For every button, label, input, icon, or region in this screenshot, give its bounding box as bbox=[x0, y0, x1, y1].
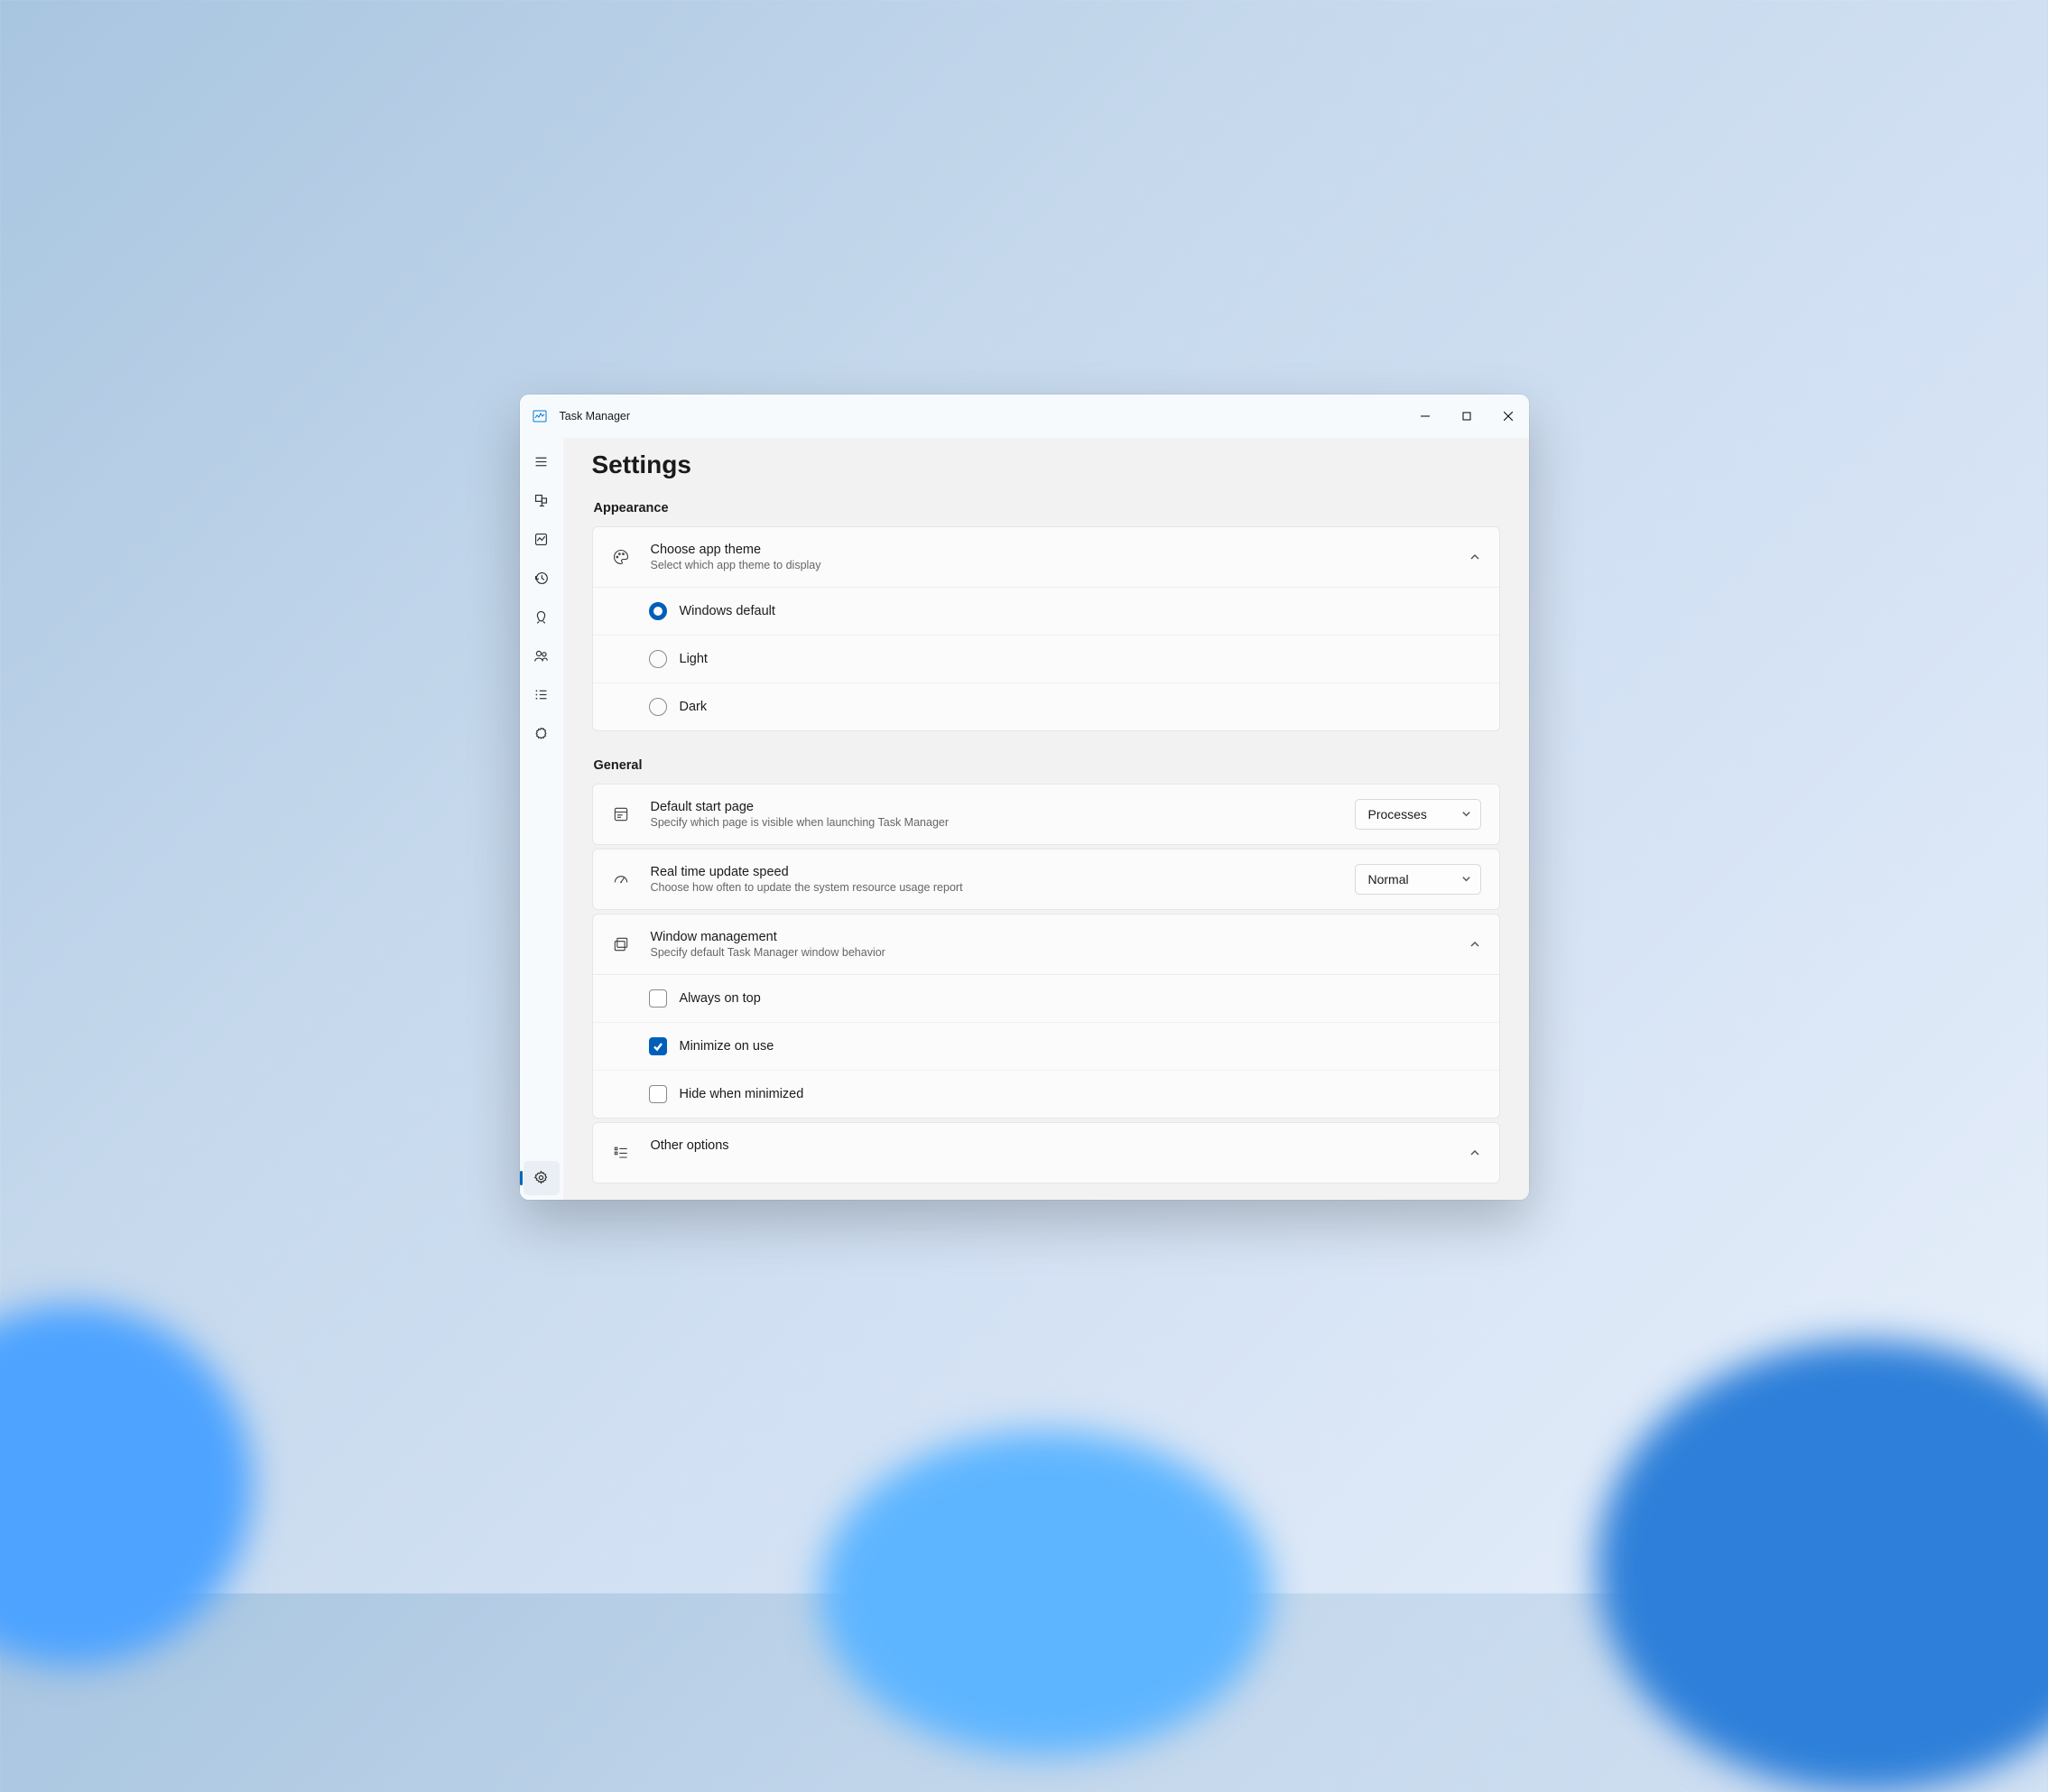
window-mgmt-header[interactable]: Window management Specify default Task M… bbox=[593, 915, 1499, 974]
theme-title: Choose app theme bbox=[651, 543, 1469, 557]
chevron-down-icon bbox=[1461, 809, 1471, 819]
page-title: Settings bbox=[592, 450, 1500, 479]
update-speed-desc: Choose how often to update the system re… bbox=[651, 881, 1355, 894]
update-speed-title: Real time update speed bbox=[651, 865, 1355, 879]
chevron-down-icon bbox=[1461, 874, 1471, 884]
start-page-header: Default start page Specify which page is… bbox=[593, 785, 1499, 844]
list-settings-icon bbox=[611, 1143, 631, 1163]
theme-option-dark[interactable]: Dark bbox=[593, 682, 1499, 730]
theme-option-light[interactable]: Light bbox=[593, 635, 1499, 682]
settings-content: Settings Appearance Choose app theme Sel… bbox=[563, 438, 1529, 1200]
update-speed-card: Real time update speed Choose how often … bbox=[592, 849, 1500, 910]
window-mgmt-desc: Specify default Task Manager window beha… bbox=[651, 946, 1469, 959]
nav-details[interactable] bbox=[524, 678, 560, 712]
nav-startup-apps[interactable] bbox=[524, 600, 560, 635]
window-mgmt-card: Window management Specify default Task M… bbox=[592, 914, 1500, 1119]
chevron-up-icon bbox=[1469, 938, 1481, 951]
option-hide-when-minimized[interactable]: Hide when minimized bbox=[593, 1070, 1499, 1118]
radio-icon bbox=[649, 698, 667, 716]
window-title: Task Manager bbox=[560, 410, 631, 422]
nav-processes[interactable] bbox=[524, 484, 560, 518]
theme-desc: Select which app theme to display bbox=[651, 559, 1469, 571]
other-options-title: Other options bbox=[651, 1138, 1469, 1153]
windows-icon bbox=[611, 934, 631, 954]
app-icon bbox=[533, 409, 547, 423]
nav-performance[interactable] bbox=[524, 523, 560, 557]
title-bar: Task Manager bbox=[520, 395, 1529, 438]
section-appearance-label: Appearance bbox=[594, 501, 1500, 515]
option-minimize-on-use[interactable]: Minimize on use bbox=[593, 1022, 1499, 1070]
close-button[interactable] bbox=[1487, 395, 1529, 438]
maximize-button[interactable] bbox=[1446, 395, 1487, 438]
task-manager-window: Task Manager bbox=[520, 395, 1529, 1200]
radio-checked-icon bbox=[649, 602, 667, 620]
chevron-up-icon bbox=[1469, 1147, 1481, 1159]
checkbox-checked-icon bbox=[649, 1037, 667, 1055]
palette-icon bbox=[611, 547, 631, 567]
theme-option-windows-default[interactable]: Windows default bbox=[593, 588, 1499, 635]
section-general-label: General bbox=[594, 758, 1500, 773]
theme-card: Choose app theme Select which app theme … bbox=[592, 526, 1500, 731]
other-options-card: Other options . bbox=[592, 1122, 1500, 1184]
nav-services[interactable] bbox=[524, 717, 560, 751]
chevron-up-icon bbox=[1469, 551, 1481, 563]
window-mgmt-title: Window management bbox=[651, 930, 1469, 944]
start-page-card: Default start page Specify which page is… bbox=[592, 784, 1500, 845]
start-page-desc: Specify which page is visible when launc… bbox=[651, 816, 1355, 829]
radio-icon bbox=[649, 650, 667, 668]
nav-users[interactable] bbox=[524, 639, 560, 673]
theme-card-header[interactable]: Choose app theme Select which app theme … bbox=[593, 527, 1499, 587]
start-page-dropdown[interactable]: Processes bbox=[1355, 799, 1481, 830]
update-speed-header: Real time update speed Choose how often … bbox=[593, 850, 1499, 909]
start-page-title: Default start page bbox=[651, 800, 1355, 814]
nav-app-history[interactable] bbox=[524, 562, 560, 596]
update-speed-dropdown[interactable]: Normal bbox=[1355, 864, 1481, 895]
page-icon bbox=[611, 804, 631, 824]
nav-settings[interactable] bbox=[524, 1161, 560, 1195]
gauge-icon bbox=[611, 869, 631, 889]
checkbox-icon bbox=[649, 989, 667, 1007]
minimize-button[interactable] bbox=[1404, 395, 1446, 438]
checkbox-icon bbox=[649, 1085, 667, 1103]
nav-rail bbox=[520, 438, 563, 1200]
other-options-header[interactable]: Other options . bbox=[593, 1123, 1499, 1183]
nav-hamburger[interactable] bbox=[524, 445, 560, 479]
option-always-on-top[interactable]: Always on top bbox=[593, 975, 1499, 1022]
